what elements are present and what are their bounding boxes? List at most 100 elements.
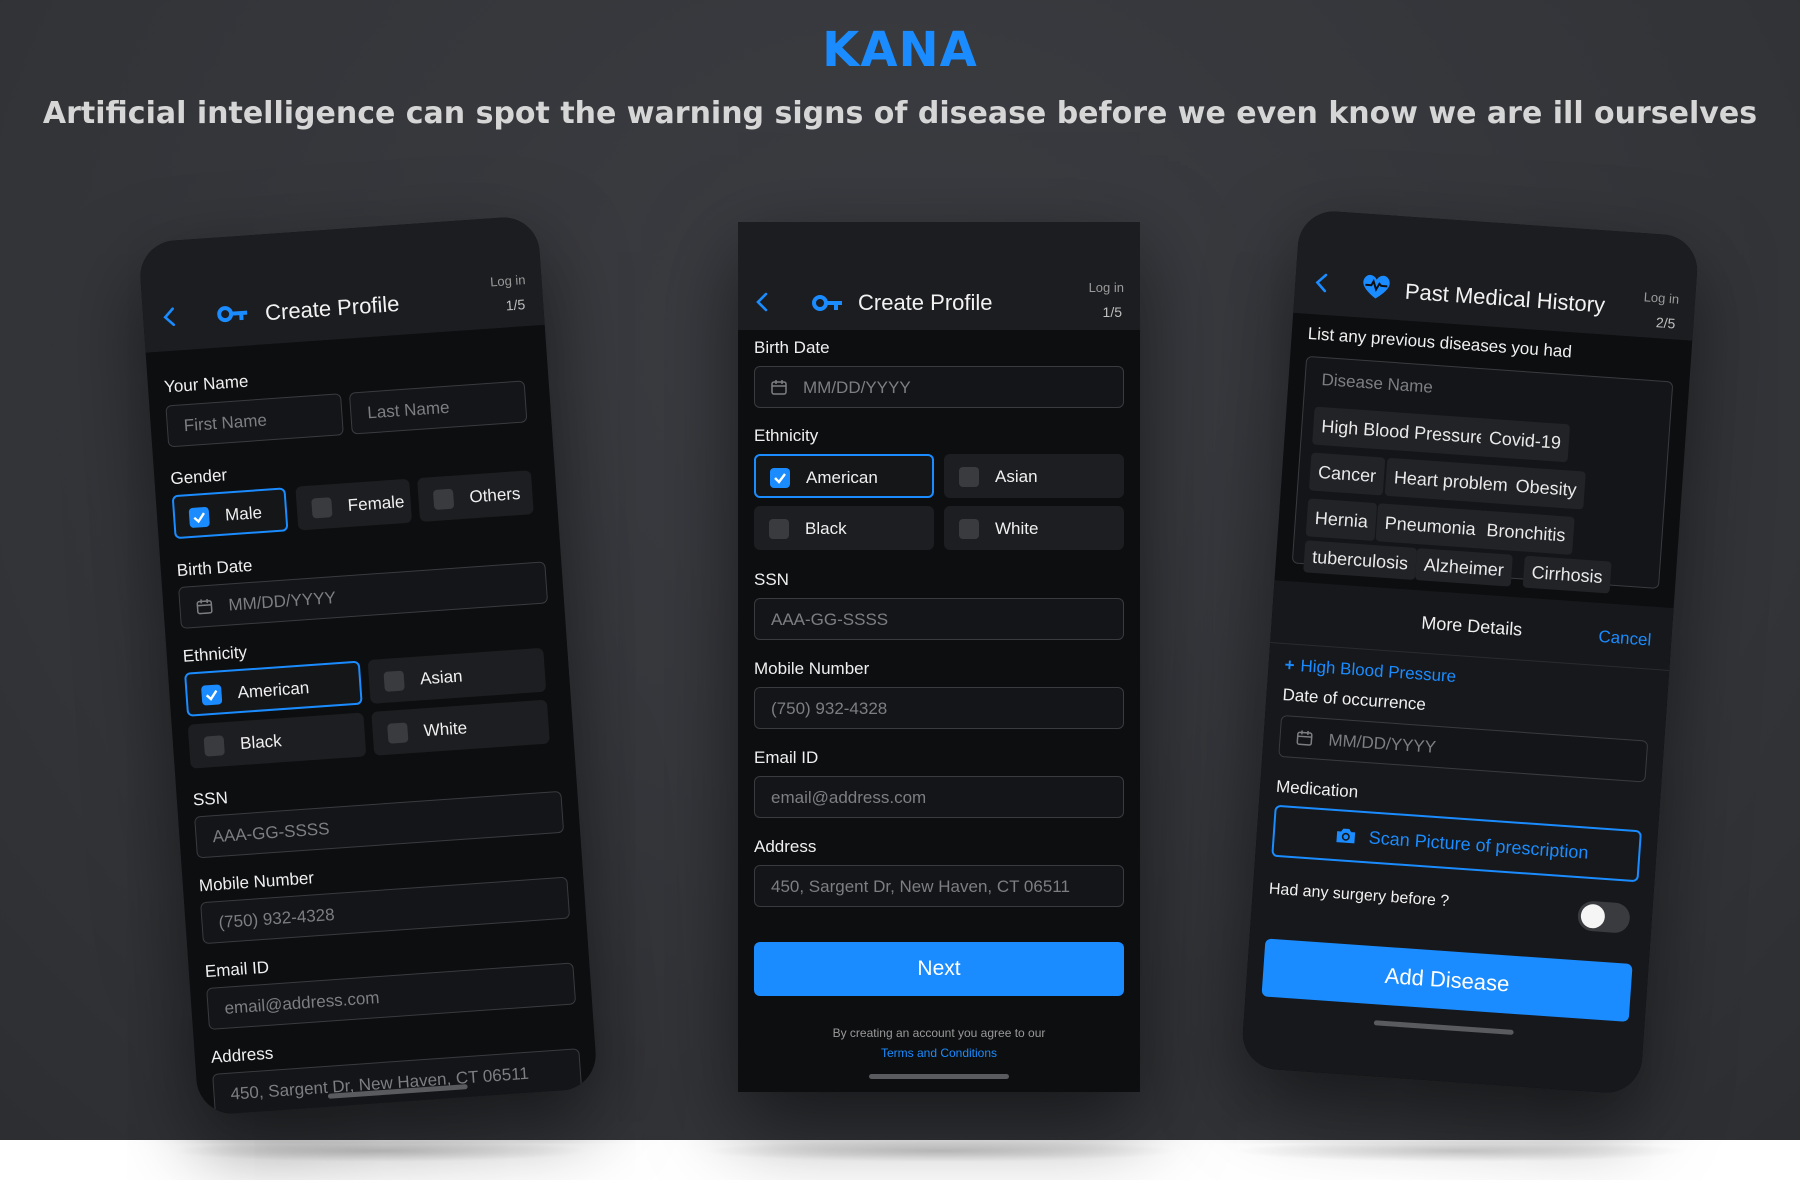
selected-disease-label: High Blood Pressure [1299, 656, 1457, 687]
more-details-panel: More Details Cancel + High Blood Pressure… [1240, 580, 1674, 1095]
home-indicator [869, 1074, 1009, 1079]
screen-title: Create Profile [858, 290, 993, 315]
ethnicity-option-label: Black [805, 519, 847, 538]
address-input[interactable]: 450, Sargent Dr, New Haven, CT 06511 [754, 865, 1124, 907]
camera-icon [1336, 828, 1356, 844]
scan-prescription-button[interactable]: Scan Picture of prescription [1271, 804, 1642, 883]
surgery-toggle[interactable] [1576, 900, 1631, 934]
disease-chip[interactable]: Alzheimer [1414, 548, 1513, 587]
ethnicity-option-asian[interactable]: Asian [367, 647, 547, 704]
surgery-label: Had any surgery before ? [1268, 880, 1450, 911]
step-indicator: 1/5 [1102, 304, 1122, 320]
gender-option-female[interactable]: Female [295, 478, 413, 531]
address-placeholder: 450, Sargent Dr, New Haven, CT 06511 [771, 877, 1070, 896]
ethnicity-option-white[interactable]: White [944, 506, 1124, 550]
cancel-link[interactable]: Cancel [1598, 627, 1652, 651]
ethnicity-option-asian[interactable]: Asian [944, 454, 1124, 498]
checkbox-icon [203, 735, 225, 757]
key-icon [812, 295, 842, 311]
terms-link[interactable]: Terms and Conditions [738, 1046, 1140, 1060]
disease-chip[interactable]: Pneumonia [1375, 503, 1485, 549]
form-body: Your Name First Name Last Name Gender Ma… [145, 324, 599, 1116]
ethnicity-option-label: American [236, 678, 310, 703]
ethnicity-option-label: White [423, 718, 468, 741]
login-link[interactable]: Log in [490, 272, 526, 289]
first-name-input[interactable]: First Name [165, 393, 344, 448]
calendar-icon [1296, 730, 1313, 746]
checkbox-icon [769, 519, 789, 539]
back-chevron-icon[interactable] [754, 292, 770, 312]
toggle-knob [1580, 903, 1606, 930]
disease-chip[interactable]: Obesity [1506, 466, 1586, 510]
disease-placeholder: Disease Name [1320, 370, 1434, 397]
screen-title: Create Profile [264, 290, 401, 326]
first-name-placeholder: First Name [183, 410, 268, 436]
form-body: Birth Date MM/DD/YYYY Ethnicity American… [738, 330, 1140, 1092]
app-header: Create Profile Log in 1/5 [738, 222, 1140, 330]
date-of-occurrence-input[interactable]: MM/DD/YYYY [1278, 714, 1649, 783]
phone-create-profile-tilted: Create Profile Log in 1/5 Your Name Firs… [137, 215, 599, 1116]
ethnicity-option-white[interactable]: White [371, 699, 550, 756]
step-indicator: 2/5 [1655, 314, 1676, 332]
address-label: Address [754, 837, 817, 856]
gender-option-label: Male [224, 503, 263, 525]
ethnicity-option-black[interactable]: Black [187, 712, 367, 769]
ethnicity-label: Ethnicity [182, 642, 248, 666]
ethnicity-option-american[interactable]: American [184, 660, 363, 717]
mobile-placeholder: (750) 932-4328 [771, 699, 888, 718]
birth-date-label: Birth Date [754, 338, 830, 357]
selected-disease[interactable]: + High Blood Pressure [1284, 655, 1457, 687]
birth-date-placeholder: MM/DD/YYYY [227, 588, 337, 615]
back-chevron-icon[interactable] [161, 306, 178, 327]
key-icon [217, 306, 248, 323]
address-label: Address [210, 1043, 274, 1067]
back-chevron-icon[interactable] [1313, 272, 1330, 293]
mobile-label: Mobile Number [754, 659, 870, 678]
login-link[interactable]: Log in [1089, 280, 1124, 295]
instruction-text: List any previous diseases you had [1307, 323, 1573, 362]
disease-chip[interactable]: Covid-19 [1479, 418, 1571, 463]
mobile-placeholder: (750) 932-4328 [217, 904, 336, 933]
ssn-placeholder: AAA-GG-SSSS [211, 819, 331, 847]
disease-chip[interactable]: Bronchitis [1477, 510, 1575, 555]
ssn-input[interactable]: AAA-GG-SSSS [194, 790, 565, 859]
ethnicity-label: Ethnicity [754, 426, 819, 445]
last-name-placeholder: Last Name [366, 397, 451, 423]
checkbox-icon [959, 467, 979, 487]
step-indicator: 1/5 [505, 296, 526, 314]
checkbox-icon [383, 670, 405, 692]
disease-chip[interactable]: Cirrhosis [1522, 555, 1612, 594]
email-placeholder: email@address.com [771, 788, 927, 807]
ethnicity-option-label: Black [239, 731, 283, 754]
next-button[interactable]: Next [754, 942, 1124, 996]
ssn-input[interactable]: AAA-GG-SSSS [754, 598, 1124, 640]
calendar-icon [771, 380, 787, 395]
gender-option-others[interactable]: Others [417, 470, 534, 523]
email-label: Email ID [204, 957, 270, 982]
ethnicity-option-american[interactable]: American [754, 454, 934, 498]
birth-date-input[interactable]: MM/DD/YYYY [754, 366, 1124, 408]
gender-label: Gender [169, 465, 228, 489]
checkbox-icon [387, 722, 409, 744]
ethnicity-option-label: Asian [419, 666, 464, 689]
phone-shadow [170, 1140, 590, 1162]
login-link[interactable]: Log in [1643, 289, 1679, 306]
last-name-input[interactable]: Last Name [348, 380, 528, 435]
disease-chip[interactable]: Cancer [1308, 452, 1386, 496]
add-disease-button[interactable]: Add Disease [1261, 938, 1633, 1022]
history-body: List any previous diseases you had Disea… [1240, 312, 1693, 1095]
ethnicity-option-black[interactable]: Black [754, 506, 934, 550]
screen-title: Past Medical History [1404, 278, 1606, 318]
checkbox-checked-icon [201, 684, 223, 706]
email-input[interactable]: email@address.com [754, 776, 1124, 818]
hero-header: KANA Artificial intelligence can spot th… [0, 22, 1800, 131]
email-label: Email ID [754, 748, 819, 767]
mobile-input[interactable]: (750) 932-4328 [754, 687, 1124, 729]
gender-option-label: Female [347, 492, 406, 515]
disease-chip[interactable]: tuberculosis [1303, 540, 1418, 580]
birth-date-placeholder: MM/DD/YYYY [803, 378, 911, 397]
disease-chip[interactable]: Hernia [1305, 498, 1378, 542]
gender-option-male[interactable]: Male [171, 487, 289, 540]
checkbox-icon [432, 488, 455, 510]
ssn-placeholder: AAA-GG-SSSS [771, 610, 889, 629]
